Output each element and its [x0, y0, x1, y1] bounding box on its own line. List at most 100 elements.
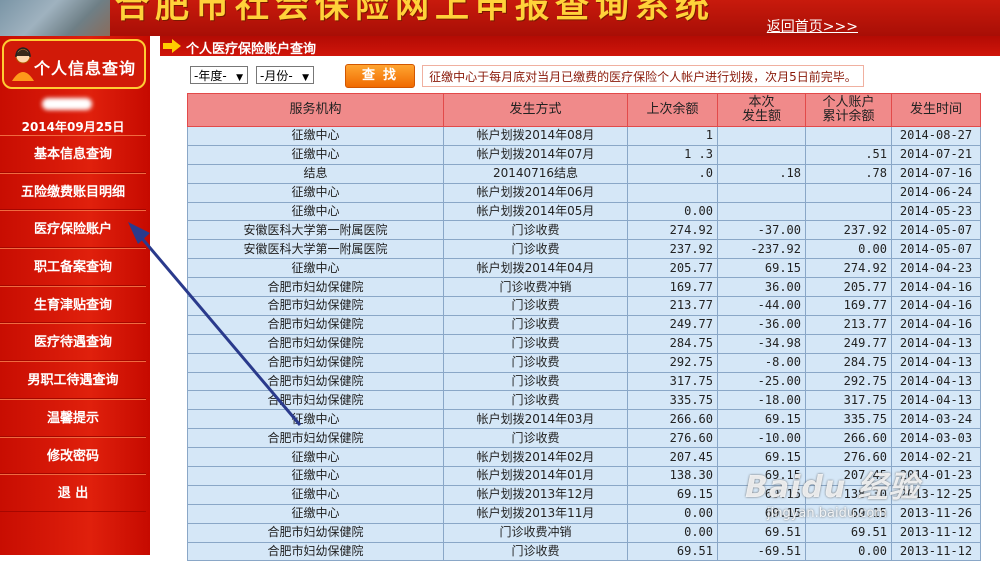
sidebar-item-male-employee-benefits[interactable]: 男职工待遇查询 [0, 361, 146, 399]
cell-method: 门诊收费 [443, 296, 628, 316]
cell-method: 门诊收费冲销 [443, 522, 628, 543]
cell-amount: -237.92 [717, 239, 806, 260]
table-row: 合肥市妇幼保健院 门诊收费 317.75 -25.00 292.75 2014-04-13 [187, 371, 981, 392]
cell-date: 2014-05-07 [891, 220, 981, 241]
cell-prev-balance: 213.77 [627, 296, 718, 316]
cell-cumulative-balance: 276.60 [805, 447, 892, 468]
cell-institution: 征缴中心 [187, 484, 444, 505]
table-row: 征缴中心 帐户划拨2014年08月 1 2014-08-27 [187, 126, 981, 146]
month-select-value: -月份- [260, 69, 293, 83]
cell-date: 2014-04-13 [891, 371, 981, 392]
cell-amount: 36.00 [717, 277, 806, 298]
home-link[interactable]: 返回首页>>> [767, 16, 858, 36]
year-select[interactable]: -年度- ▼ [190, 66, 248, 84]
cell-method: 20140716结息 [443, 163, 628, 184]
cell-cumulative-balance: 274.92 [805, 258, 892, 279]
cell-date: 2014-08-27 [891, 126, 981, 146]
cell-cumulative-balance: 237.92 [805, 220, 892, 241]
top-banner: 合肥市社会保险网上申报查询系统 返回首页>>> [0, 0, 1000, 36]
cell-amount [717, 144, 806, 165]
cell-institution: 征缴中心 [187, 503, 444, 524]
cell-cumulative-balance: 317.75 [805, 390, 892, 411]
cell-amount [717, 201, 806, 222]
redacted-username [42, 98, 92, 110]
cell-amount: -44.00 [717, 296, 806, 316]
cell-prev-balance: 274.92 [627, 220, 718, 241]
sidebar-item-change-password[interactable]: 修改密码 [0, 436, 146, 475]
search-button[interactable]: 查找 [345, 64, 415, 88]
cell-method: 门诊收费 [443, 428, 628, 449]
table-row: 合肥市妇幼保健院 门诊收费 213.77 -44.00 169.77 2014-04-16 [187, 296, 981, 316]
table-row: 征缴中心 帐户划拨2014年02月 207.45 69.15 276.60 2014-02… [187, 447, 981, 468]
cell-cumulative-balance: 335.75 [805, 409, 892, 430]
cell-cumulative-balance [805, 201, 892, 222]
cell-institution: 合肥市妇幼保健院 [187, 277, 444, 298]
table-row: 合肥市妇幼保健院 门诊收费 284.75 -34.98 249.77 2014-04-13 [187, 333, 981, 354]
cell-cumulative-balance: 0.00 [805, 541, 892, 561]
cell-cumulative-balance: .78 [805, 163, 892, 184]
cell-institution: 合肥市妇幼保健院 [187, 541, 444, 561]
cell-method: 帐户划拨2014年01月 [443, 466, 628, 486]
table-row: 征缴中心 帐户划拨2014年06月 2014-06-24 [187, 182, 981, 203]
cell-amount: -37.00 [717, 220, 806, 241]
table-row: 征缴中心 帐户划拨2014年05月 0.00 2014-05-23 [187, 201, 981, 222]
cell-prev-balance: 69.15 [627, 484, 718, 505]
cell-prev-balance: 0.00 [627, 503, 718, 524]
table-row: 征缴中心 帐户划拨2014年03月 266.60 69.15 335.75 2014-03… [187, 409, 981, 430]
table-row: 安徽医科大学第一附属医院 门诊收费 237.92 -237.92 0.00 2014-05… [187, 239, 981, 260]
cell-date: 2014-04-16 [891, 314, 981, 335]
cell-method: 帐户划拨2014年03月 [443, 409, 628, 430]
table-body: 征缴中心 帐户划拨2014年08月 1 2014-08-27 征缴中心 帐户划拨2014年… [187, 126, 981, 561]
cell-date: 2013-11-26 [891, 503, 981, 524]
cell-date: 2014-01-23 [891, 466, 981, 486]
cell-institution: 合肥市妇幼保健院 [187, 296, 444, 316]
arrow-right-icon [163, 39, 181, 53]
month-select[interactable]: -月份- ▼ [256, 66, 314, 84]
col-header-date: 发生时间 [891, 93, 981, 127]
cell-prev-balance: 249.77 [627, 314, 718, 335]
sidebar-item-medical-benefits[interactable]: 医疗待遇查询 [0, 323, 146, 362]
main-content: 个人医疗保险账户查询 -年度- ▼ -月份- ▼ 查找 征缴中心于每月底对当月已… [150, 36, 1000, 561]
sidebar-item-tips[interactable]: 温馨提示 [0, 398, 146, 437]
cell-method: 门诊收费 [443, 371, 628, 392]
cell-method: 门诊收费 [443, 314, 628, 335]
cell-method: 门诊收费冲销 [443, 277, 628, 298]
cell-amount: .18 [717, 163, 806, 184]
table-row: 结息 20140716结息 .0 .18 .78 2014-07-16 [187, 163, 981, 184]
sidebar-item-employee-record[interactable]: 职工备案查询 [0, 248, 146, 286]
sidebar-item-payment-details[interactable]: 五险缴费账目明细 [0, 172, 146, 211]
table-row: 安徽医科大学第一附属医院 门诊收费 274.92 -37.00 237.92 2014-0… [187, 220, 981, 241]
cell-prev-balance: 1 [627, 126, 718, 146]
cell-amount: -34.98 [717, 333, 806, 354]
medical-account-table: 服务机构 发生方式 上次余额 本次 发生额 个人账户 累计余额 发生时间 征缴中… [187, 93, 981, 561]
year-select-value: -年度- [194, 69, 227, 83]
cell-institution: 合肥市妇幼保健院 [187, 314, 444, 335]
cell-method: 帐户划拨2014年02月 [443, 447, 628, 468]
cell-prev-balance: 205.77 [627, 258, 718, 279]
cell-institution: 合肥市妇幼保健院 [187, 371, 444, 392]
cell-method: 帐户划拨2014年06月 [443, 182, 628, 203]
cell-institution: 合肥市妇幼保健院 [187, 522, 444, 543]
col-header-institution: 服务机构 [187, 93, 444, 127]
cell-cumulative-balance: 169.77 [805, 296, 892, 316]
cell-prev-balance: 284.75 [627, 333, 718, 354]
table-row: 征缴中心 帐户划拨2014年01月 138.30 69.15 207.45 2014-01… [187, 466, 981, 486]
sidebar-item-basic-info[interactable]: 基本信息查询 [0, 135, 146, 173]
cell-cumulative-balance: 292.75 [805, 371, 892, 392]
cell-date: 2014-03-24 [891, 409, 981, 430]
city-skyline-photo [0, 0, 110, 36]
cell-cumulative-balance: 0.00 [805, 239, 892, 260]
sidebar-item-maternity-allowance[interactable]: 生育津贴查询 [0, 285, 146, 324]
sidebar-item-medical-account[interactable]: 医疗保险账户 [0, 210, 146, 249]
cell-prev-balance: 237.92 [627, 239, 718, 260]
cell-prev-balance: 0.00 [627, 201, 718, 222]
chevron-down-icon: ▼ [302, 73, 309, 83]
cell-method: 帐户划拨2014年07月 [443, 144, 628, 165]
cell-institution: 合肥市妇幼保健院 [187, 352, 444, 373]
cell-date: 2014-05-23 [891, 201, 981, 222]
table-row: 征缴中心 帐户划拨2013年11月 0.00 69.15 69.15 2013-11-26 [187, 503, 981, 524]
cell-method: 门诊收费 [443, 220, 628, 241]
cell-prev-balance: 317.75 [627, 371, 718, 392]
current-date: 2014年09月25日 [21, 120, 125, 134]
sidebar-item-logout[interactable]: 退 出 [0, 474, 146, 512]
